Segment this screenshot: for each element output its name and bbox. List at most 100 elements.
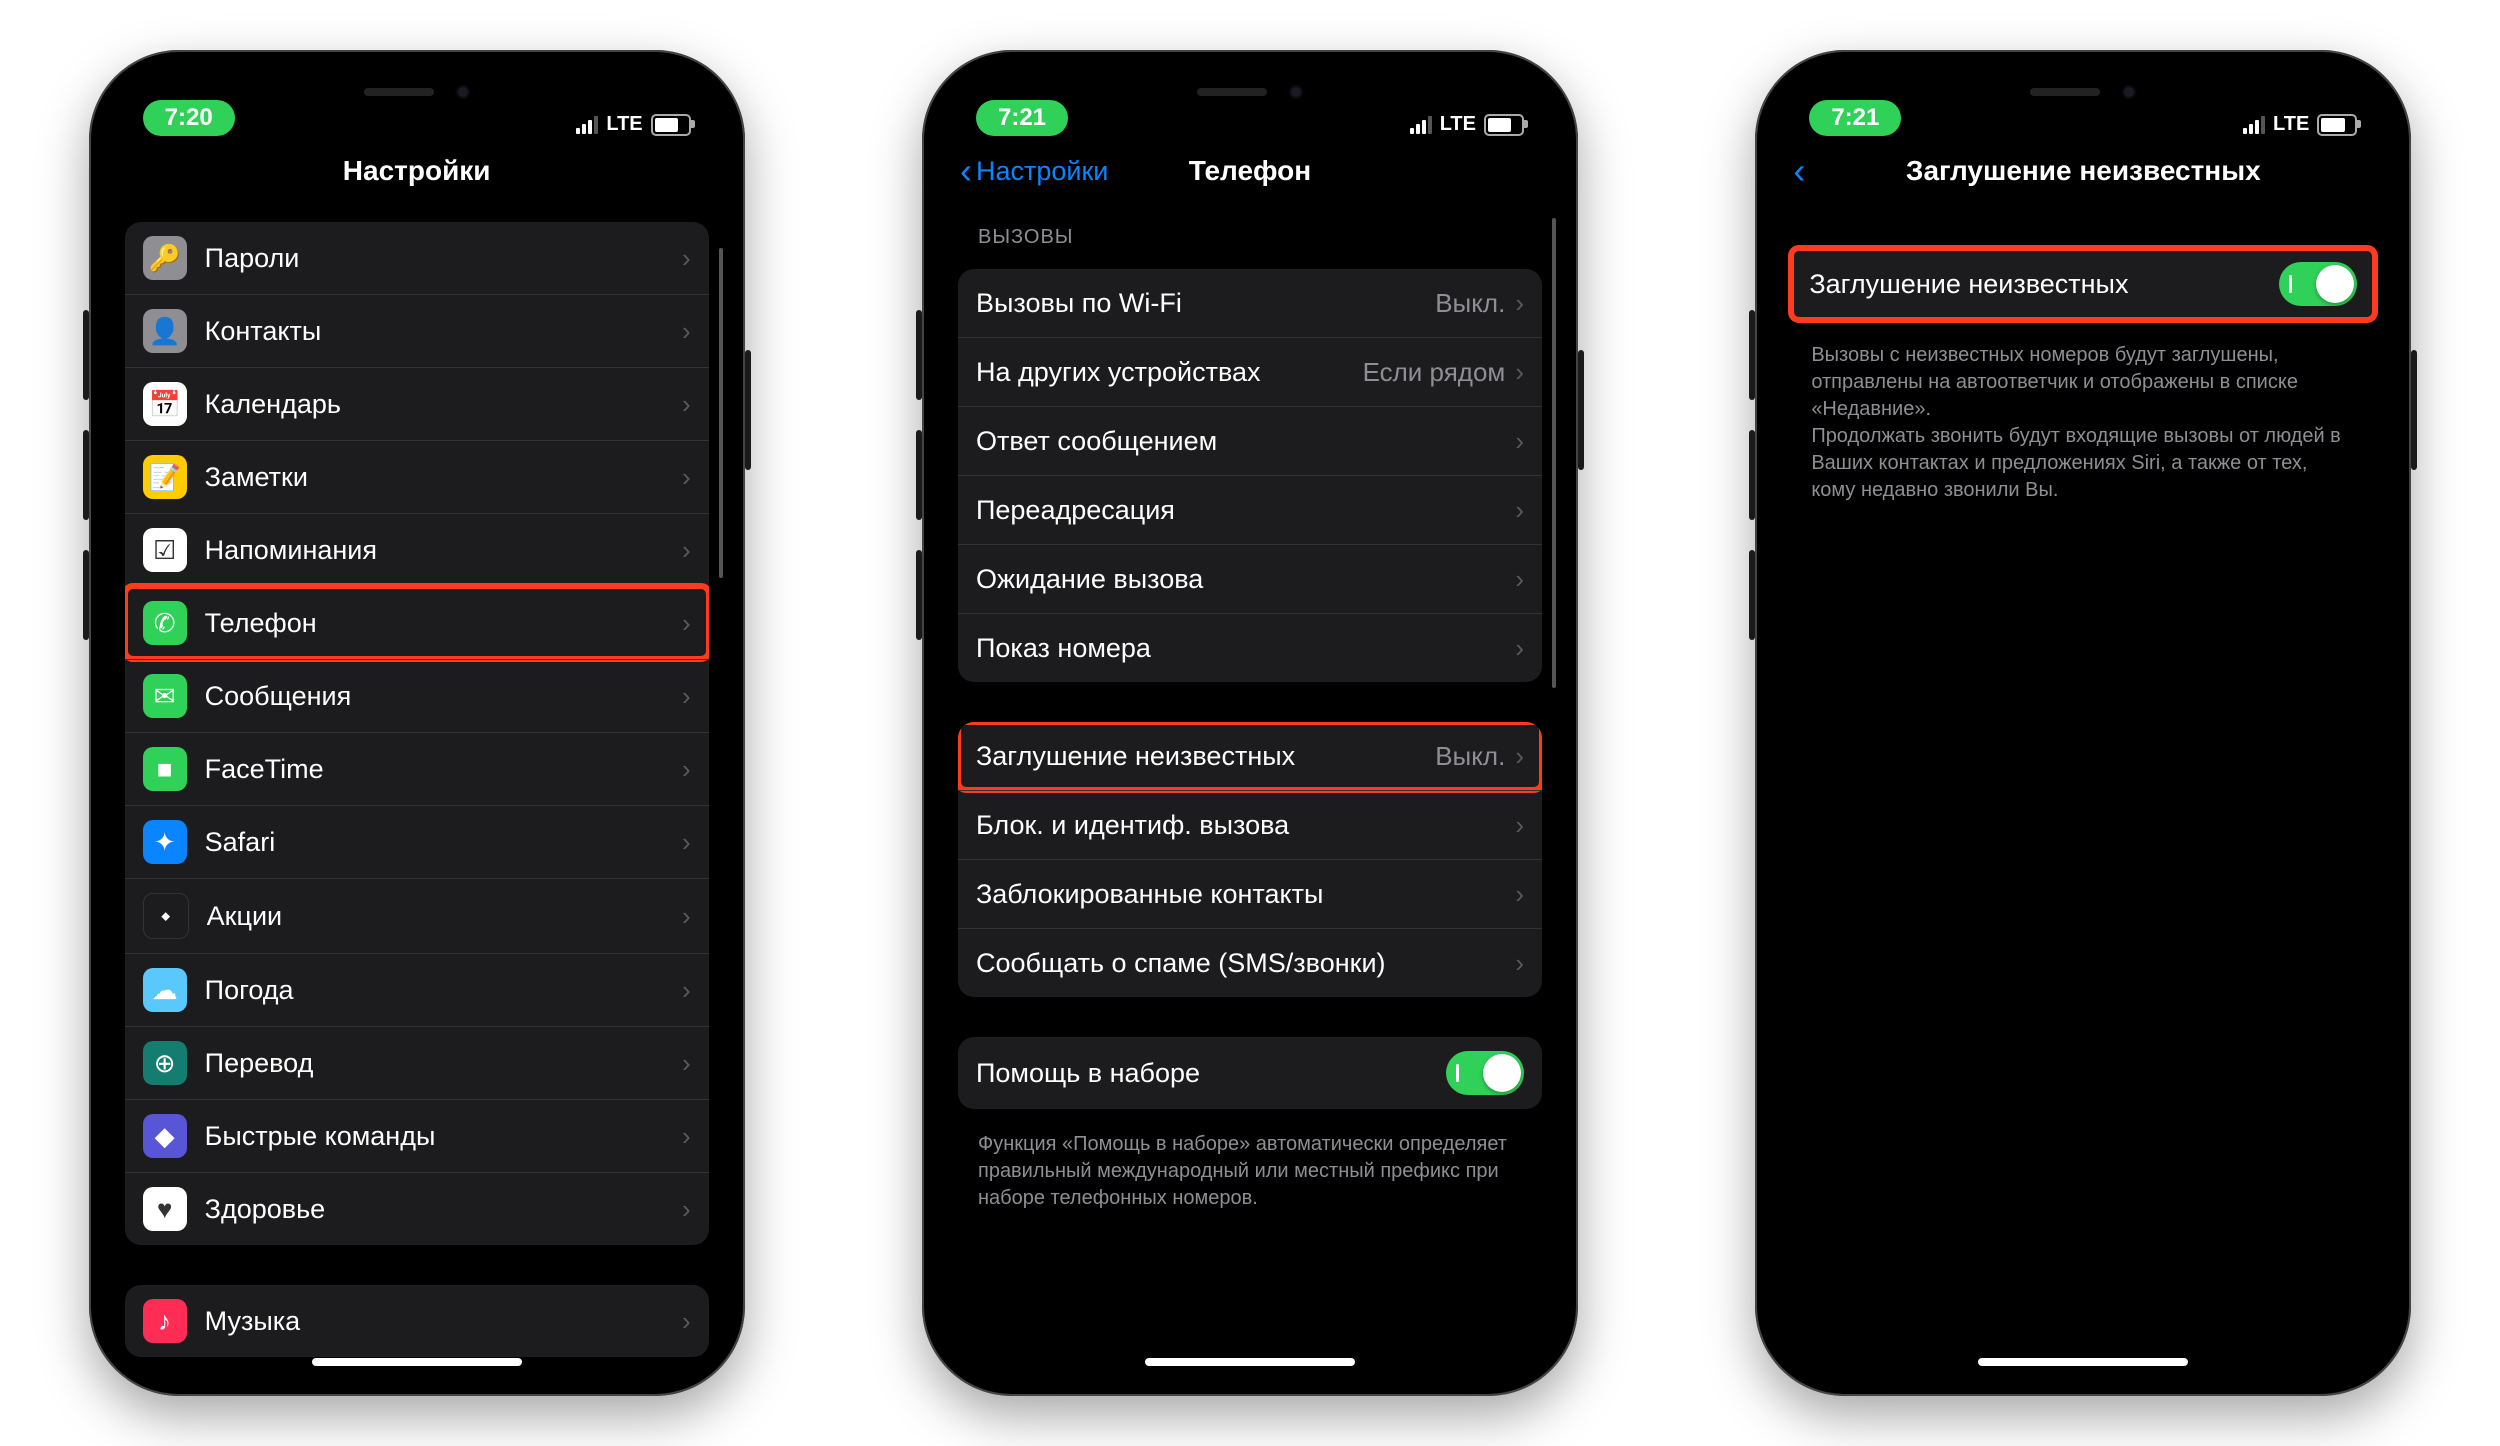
- phone-frame-3: 7:21 LTE ‹ Заглушение неизвестных Заглуш…: [1755, 50, 2411, 1396]
- settings-row[interactable]: 👤 Контакты ›: [125, 294, 709, 367]
- status-time: 7:20: [165, 104, 213, 132]
- app-icon: 🔑: [143, 236, 187, 280]
- app-icon: ✆: [143, 601, 187, 645]
- chevron-right-icon: ›: [682, 462, 691, 493]
- chevron-right-icon: ›: [1515, 741, 1524, 772]
- settings-label: Вызовы по Wi-Fi: [976, 288, 1435, 319]
- settings-row[interactable]: ■ FaceTime ›: [125, 732, 709, 805]
- settings-row[interactable]: Блок. и идентиф. вызова ›: [958, 790, 1542, 859]
- back-button[interactable]: ‹: [1793, 153, 1805, 189]
- chevron-right-icon: ›: [1515, 879, 1524, 910]
- home-indicator[interactable]: [1978, 1358, 2188, 1366]
- settings-row[interactable]: Переадресация ›: [958, 475, 1542, 544]
- chevron-left-icon: ‹: [1793, 153, 1805, 189]
- settings-row[interactable]: Сообщать о спаме (SMS/звонки) ›: [958, 928, 1542, 997]
- phone-settings-list[interactable]: ВЫЗОВЫ Вызовы по Wi-Fi Выкл. ›На других …: [940, 208, 1560, 1378]
- screen-3: 7:21 LTE ‹ Заглушение неизвестных Заглуш…: [1773, 68, 2393, 1378]
- settings-row[interactable]: ✆ Телефон ›: [125, 586, 709, 659]
- settings-row[interactable]: Вызовы по Wi-Fi Выкл. ›: [958, 269, 1542, 337]
- settings-row[interactable]: Показ номера ›: [958, 613, 1542, 682]
- settings-label: Контакты: [205, 316, 682, 347]
- status-time: 7:21: [998, 104, 1046, 132]
- settings-row[interactable]: На других устройствах Если рядом ›: [958, 337, 1542, 406]
- app-icon: ☑︎: [143, 528, 187, 572]
- notch: [1943, 68, 2223, 116]
- network-label: LTE: [606, 113, 642, 136]
- settings-label: Заметки: [205, 462, 682, 493]
- music-icon: ♪: [143, 1299, 187, 1343]
- chevron-right-icon: ›: [682, 389, 691, 420]
- settings-row[interactable]: ⬩ Акции ›: [125, 878, 709, 953]
- chevron-right-icon: ›: [682, 1306, 691, 1337]
- page-title: Заглушение неизвестных: [1906, 155, 2261, 187]
- chevron-right-icon: ›: [682, 975, 691, 1006]
- app-icon: ✦: [143, 820, 187, 864]
- chevron-right-icon: ›: [1515, 948, 1524, 979]
- navbar: ‹ Настройки Телефон: [940, 136, 1560, 206]
- settings-row[interactable]: ✦ Safari ›: [125, 805, 709, 878]
- back-button[interactable]: ‹ Настройки: [960, 153, 1108, 189]
- network-label: LTE: [1440, 113, 1476, 136]
- settings-label: Телефон: [205, 608, 682, 639]
- chevron-right-icon: ›: [682, 1048, 691, 1079]
- dial-assist-toggle[interactable]: [1446, 1051, 1524, 1095]
- settings-row[interactable]: ◆ Быстрые команды ›: [125, 1099, 709, 1172]
- settings-label: Заглушение неизвестных: [976, 741, 1435, 772]
- settings-row[interactable]: ⊕ Перевод ›: [125, 1026, 709, 1099]
- settings-label: Музыка: [205, 1306, 682, 1337]
- signal-icon: [2243, 116, 2265, 134]
- dial-assist-label: Помощь в наборе: [976, 1058, 1446, 1089]
- home-indicator[interactable]: [312, 1358, 522, 1366]
- settings-row[interactable]: Ожидание вызова ›: [958, 544, 1542, 613]
- silence-unknown-toggle[interactable]: [2279, 262, 2357, 306]
- settings-row[interactable]: 🔑 Пароли ›: [125, 222, 709, 294]
- settings-label: Быстрые команды: [205, 1121, 682, 1152]
- row-dial-assist[interactable]: Помощь в наборе: [958, 1037, 1542, 1109]
- signal-icon: [576, 116, 598, 134]
- row-silence-unknown[interactable]: Заглушение неизвестных: [1791, 248, 2375, 320]
- network-label: LTE: [2273, 113, 2309, 136]
- settings-row[interactable]: ♥︎ Здоровье ›: [125, 1172, 709, 1245]
- app-icon: 📝: [143, 455, 187, 499]
- phone-frame-1: 7:20 LTE Настройки 🔑 Пароли ›👤 Контакты …: [89, 50, 745, 1396]
- chevron-right-icon: ›: [1515, 495, 1524, 526]
- silence-unknown-footer: Вызовы с неизвестных номеров будут заглу…: [1791, 334, 2375, 524]
- settings-label: Акции: [207, 901, 682, 932]
- section-header-calls: ВЫЗОВЫ: [958, 208, 1542, 255]
- chevron-right-icon: ›: [682, 827, 691, 858]
- chevron-right-icon: ›: [682, 1194, 691, 1225]
- notch: [1110, 68, 1390, 116]
- app-icon: ◆: [143, 1114, 187, 1158]
- settings-list[interactable]: 🔑 Пароли ›👤 Контакты ›📅 Календарь ›📝 Зам…: [107, 208, 727, 1378]
- chevron-right-icon: ›: [1515, 288, 1524, 319]
- settings-row[interactable]: Ответ сообщением ›: [958, 406, 1542, 475]
- call-pill[interactable]: 7:21: [1809, 100, 1901, 136]
- settings-row[interactable]: 📝 Заметки ›: [125, 440, 709, 513]
- settings-label: Ответ сообщением: [976, 426, 1515, 457]
- settings-label: Здоровье: [205, 1194, 682, 1225]
- call-pill[interactable]: 7:20: [143, 100, 235, 136]
- settings-row[interactable]: ☑︎ Напоминания ›: [125, 513, 709, 586]
- settings-row[interactable]: ☁︎ Погода ›: [125, 953, 709, 1026]
- settings-row[interactable]: Заглушение неизвестных Выкл. ›: [958, 722, 1542, 790]
- home-indicator[interactable]: [1145, 1358, 1355, 1366]
- settings-row[interactable]: Заблокированные контакты ›: [958, 859, 1542, 928]
- chevron-left-icon: ‹: [960, 153, 972, 189]
- status-time: 7:21: [1831, 104, 1879, 132]
- settings-value: Выкл.: [1435, 288, 1505, 319]
- settings-row[interactable]: ✉︎ Сообщения ›: [125, 659, 709, 732]
- notch: [277, 68, 557, 116]
- settings-label: Перевод: [205, 1048, 682, 1079]
- signal-icon: [1410, 116, 1432, 134]
- settings-row[interactable]: 📅 Календарь ›: [125, 367, 709, 440]
- scroll-indicator: [1552, 218, 1556, 688]
- settings-value: Если рядом: [1363, 357, 1506, 388]
- app-icon: 📅: [143, 382, 187, 426]
- call-pill[interactable]: 7:21: [976, 100, 1068, 136]
- app-icon: ♥︎: [143, 1187, 187, 1231]
- battery-icon: [1484, 114, 1524, 136]
- settings-row-music[interactable]: ♪ Музыка ›: [125, 1285, 709, 1357]
- back-label: Настройки: [976, 156, 1108, 187]
- settings-label: Календарь: [205, 389, 682, 420]
- screen-2: 7:21 LTE ‹ Настройки Телефон ВЫЗОВЫ Вызо…: [940, 68, 1560, 1378]
